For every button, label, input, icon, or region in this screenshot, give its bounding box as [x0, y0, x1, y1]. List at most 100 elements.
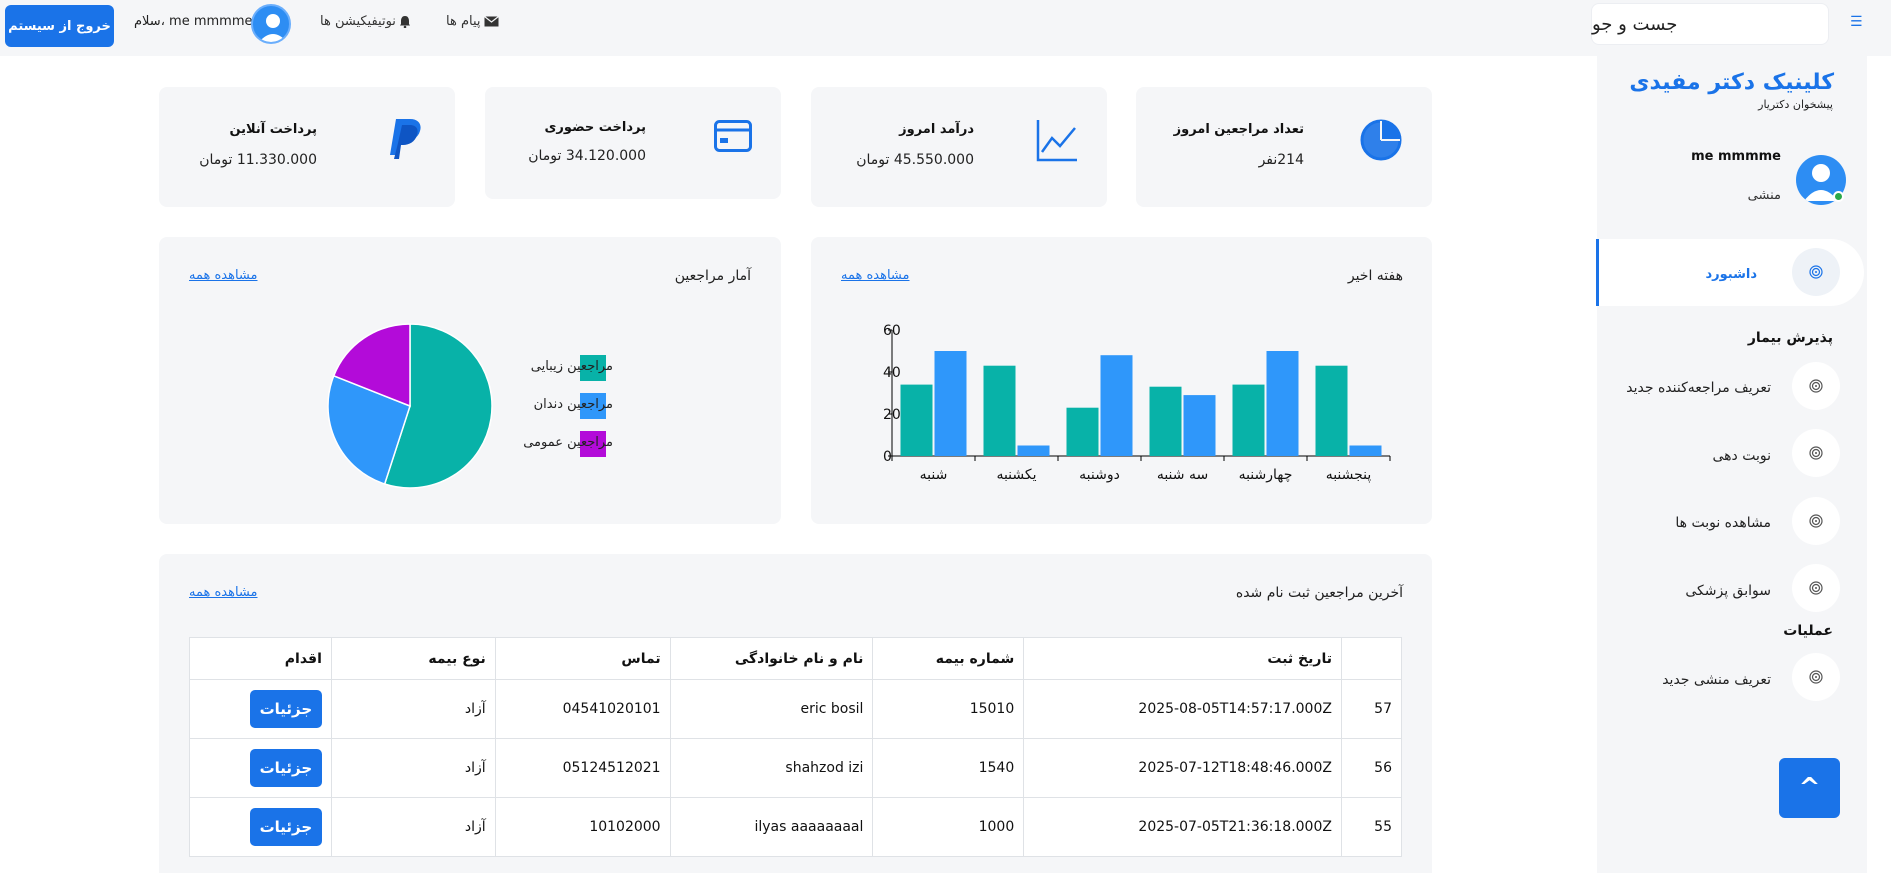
legend-label: مراجعین زیبایی — [530, 359, 613, 374]
credit-card-icon — [714, 120, 752, 152]
table-row: جزئیات آزاد 05124512021 shahzod izi 1540… — [189, 738, 1403, 798]
sidebar-item-new-patient[interactable]: تعریف مراجعه‌کننده جدید — [1626, 380, 1771, 396]
messages-label: پیام ها — [446, 14, 481, 29]
action-cell: جزئیات — [189, 738, 332, 798]
legend-label: مراجعین دندان — [533, 397, 613, 412]
greeting-text: سلام، me mmmme — [134, 14, 253, 29]
weekly-bar-chart: 0204060شنبه یکشنبه دوشنبه سه شنبه چهارشنبه پن… — [883, 323, 1391, 483]
name-cell: ilyas aaaaaaaal — [669, 797, 874, 857]
section-title-operations: عملیات — [1783, 623, 1833, 639]
patients-see-all-link[interactable]: مشاهده همه — [189, 268, 258, 283]
date-cell: 2025-07-12T18:48:46.000Z — [1023, 738, 1342, 798]
id-cell: 55 — [1340, 797, 1403, 857]
details-button[interactable]: جزئیات — [249, 808, 322, 846]
insurance-number-cell: 1000 — [872, 797, 1025, 857]
search-input[interactable]: جست و جو — [1591, 3, 1829, 45]
weekly-chart-title: هفته اخیر — [1347, 268, 1403, 284]
patients-chart-title: آمار مراجعین — [674, 268, 751, 284]
stat-value: 11.330.000 تومان — [199, 152, 317, 168]
avatar[interactable] — [251, 4, 291, 44]
column-header — [1340, 637, 1403, 680]
date-cell: 2025-07-05T21:36:18.000Z — [1023, 797, 1342, 857]
column-header: نام و نام خانوادگی — [669, 637, 874, 680]
insurance-type-cell: آزاد — [330, 738, 496, 798]
pie-chart-icon — [1360, 119, 1402, 161]
y-tick-label: 0 — [883, 449, 892, 465]
sidebar-item-medical-records[interactable]: سوابق پزشکی — [1685, 583, 1771, 599]
stat-title: درآمد امروز — [899, 122, 974, 137]
details-button[interactable]: جزئیات — [249, 749, 322, 787]
bar — [1315, 365, 1348, 456]
stat-title: پرداخت حضوری — [544, 120, 646, 135]
sidebar-item-view-appointments[interactable]: مشاهده نوبت ها — [1675, 515, 1771, 531]
fingerprint-icon — [1809, 265, 1823, 279]
fingerprint-icon — [1792, 497, 1840, 545]
stat-value: 34.120.000 تومان — [528, 148, 646, 164]
insurance-number-cell: 1540 — [872, 738, 1025, 798]
weekly-see-all-link[interactable]: مشاهده همه — [841, 268, 910, 283]
clinic-brand: کلینیک دکتر مفیدی — [1629, 70, 1834, 95]
envelope-icon — [483, 16, 499, 27]
logout-button[interactable]: خروج از سیستم — [5, 5, 114, 47]
hamburger-icon[interactable]: ☰ — [1850, 14, 1863, 30]
bar — [1066, 407, 1099, 456]
details-button[interactable]: جزئیات — [249, 690, 322, 728]
sidebar-item-booking[interactable]: نوبت دهی — [1712, 448, 1771, 464]
bar — [1266, 351, 1299, 456]
x-tick-label: سه شنبه — [1157, 467, 1208, 483]
x-tick-label: شنبه — [920, 467, 948, 483]
x-tick-label: پنجشنبه — [1326, 467, 1372, 483]
table-row: جزئیات آزاد 04541020101 eric bosil 15010… — [189, 679, 1403, 739]
fingerprint-icon — [1792, 653, 1840, 701]
insurance-type-cell: آزاد — [330, 797, 496, 857]
x-tick-label: یکشنبه — [996, 467, 1036, 483]
column-header: تماس — [494, 637, 671, 680]
stat-title: تعداد مراجعین امروز — [1173, 122, 1304, 137]
bar — [1183, 395, 1216, 456]
recent-patients-title: آخرین مراجعین ثبت نام شده — [1235, 585, 1403, 601]
bar — [934, 351, 967, 456]
bell-icon — [399, 16, 410, 28]
paypal-icon — [390, 119, 421, 159]
x-tick-label: چهارشنبه — [1239, 467, 1293, 483]
stat-value: 214نفر — [1258, 152, 1304, 168]
stat-title: پرداخت آنلاین — [229, 122, 317, 137]
legend-label: مراجعین عمومی — [523, 435, 613, 450]
action-cell: جزئیات — [189, 797, 332, 857]
section-title-reception: پذیرش بیمار — [1747, 330, 1833, 346]
phone-cell: 10102000 — [494, 797, 671, 857]
fingerprint-icon — [1792, 564, 1840, 612]
date-cell: 2025-08-05T14:57:17.000Z — [1023, 679, 1342, 739]
bar — [1232, 384, 1265, 456]
scroll-top-button[interactable]: ^ — [1779, 758, 1840, 818]
id-cell: 56 — [1340, 738, 1403, 798]
stat-value: 45.550.000 تومان — [856, 152, 974, 168]
action-cell: جزئیات — [189, 679, 332, 739]
notifications-label: نوتیفیکیشن ها — [320, 14, 396, 29]
fingerprint-icon — [1792, 248, 1840, 296]
recent-see-all-link[interactable]: مشاهده همه — [189, 585, 258, 600]
bar — [1349, 445, 1382, 456]
notifications-link[interactable]: نوتیفیکیشن ها — [320, 14, 411, 29]
fingerprint-icon — [1792, 362, 1840, 410]
id-cell: 57 — [1340, 679, 1403, 739]
online-status-dot — [1833, 191, 1844, 202]
name-cell: eric bosil — [669, 679, 874, 739]
x-tick-label: دوشنبه — [1079, 467, 1120, 483]
column-header: نوع بیمه — [330, 637, 496, 680]
phone-cell: 04541020101 — [494, 679, 671, 739]
sidebar-item-label: داشبورد — [1705, 267, 1757, 282]
profile-name: me mmmme — [1691, 149, 1781, 164]
bar — [1149, 386, 1182, 456]
insurance-type-cell: آزاد — [330, 679, 496, 739]
table-header-row: اقدام نوع بیمه تماس نام و نام خانوادگی ش… — [189, 637, 1403, 680]
profile-role: منشی — [1747, 188, 1781, 203]
bar — [900, 384, 933, 456]
sidebar-item-new-secretary[interactable]: تعریف منشی جدید — [1662, 672, 1771, 688]
messages-link[interactable]: پیام ها — [446, 14, 499, 29]
patients-pie-chart — [327, 323, 493, 489]
recent-patients-table: اقدام نوع بیمه تماس نام و نام خانوادگی ش… — [189, 637, 1403, 857]
column-header: اقدام — [189, 637, 332, 680]
column-header: شماره بیمه — [872, 637, 1025, 680]
name-cell: shahzod izi — [669, 738, 874, 798]
